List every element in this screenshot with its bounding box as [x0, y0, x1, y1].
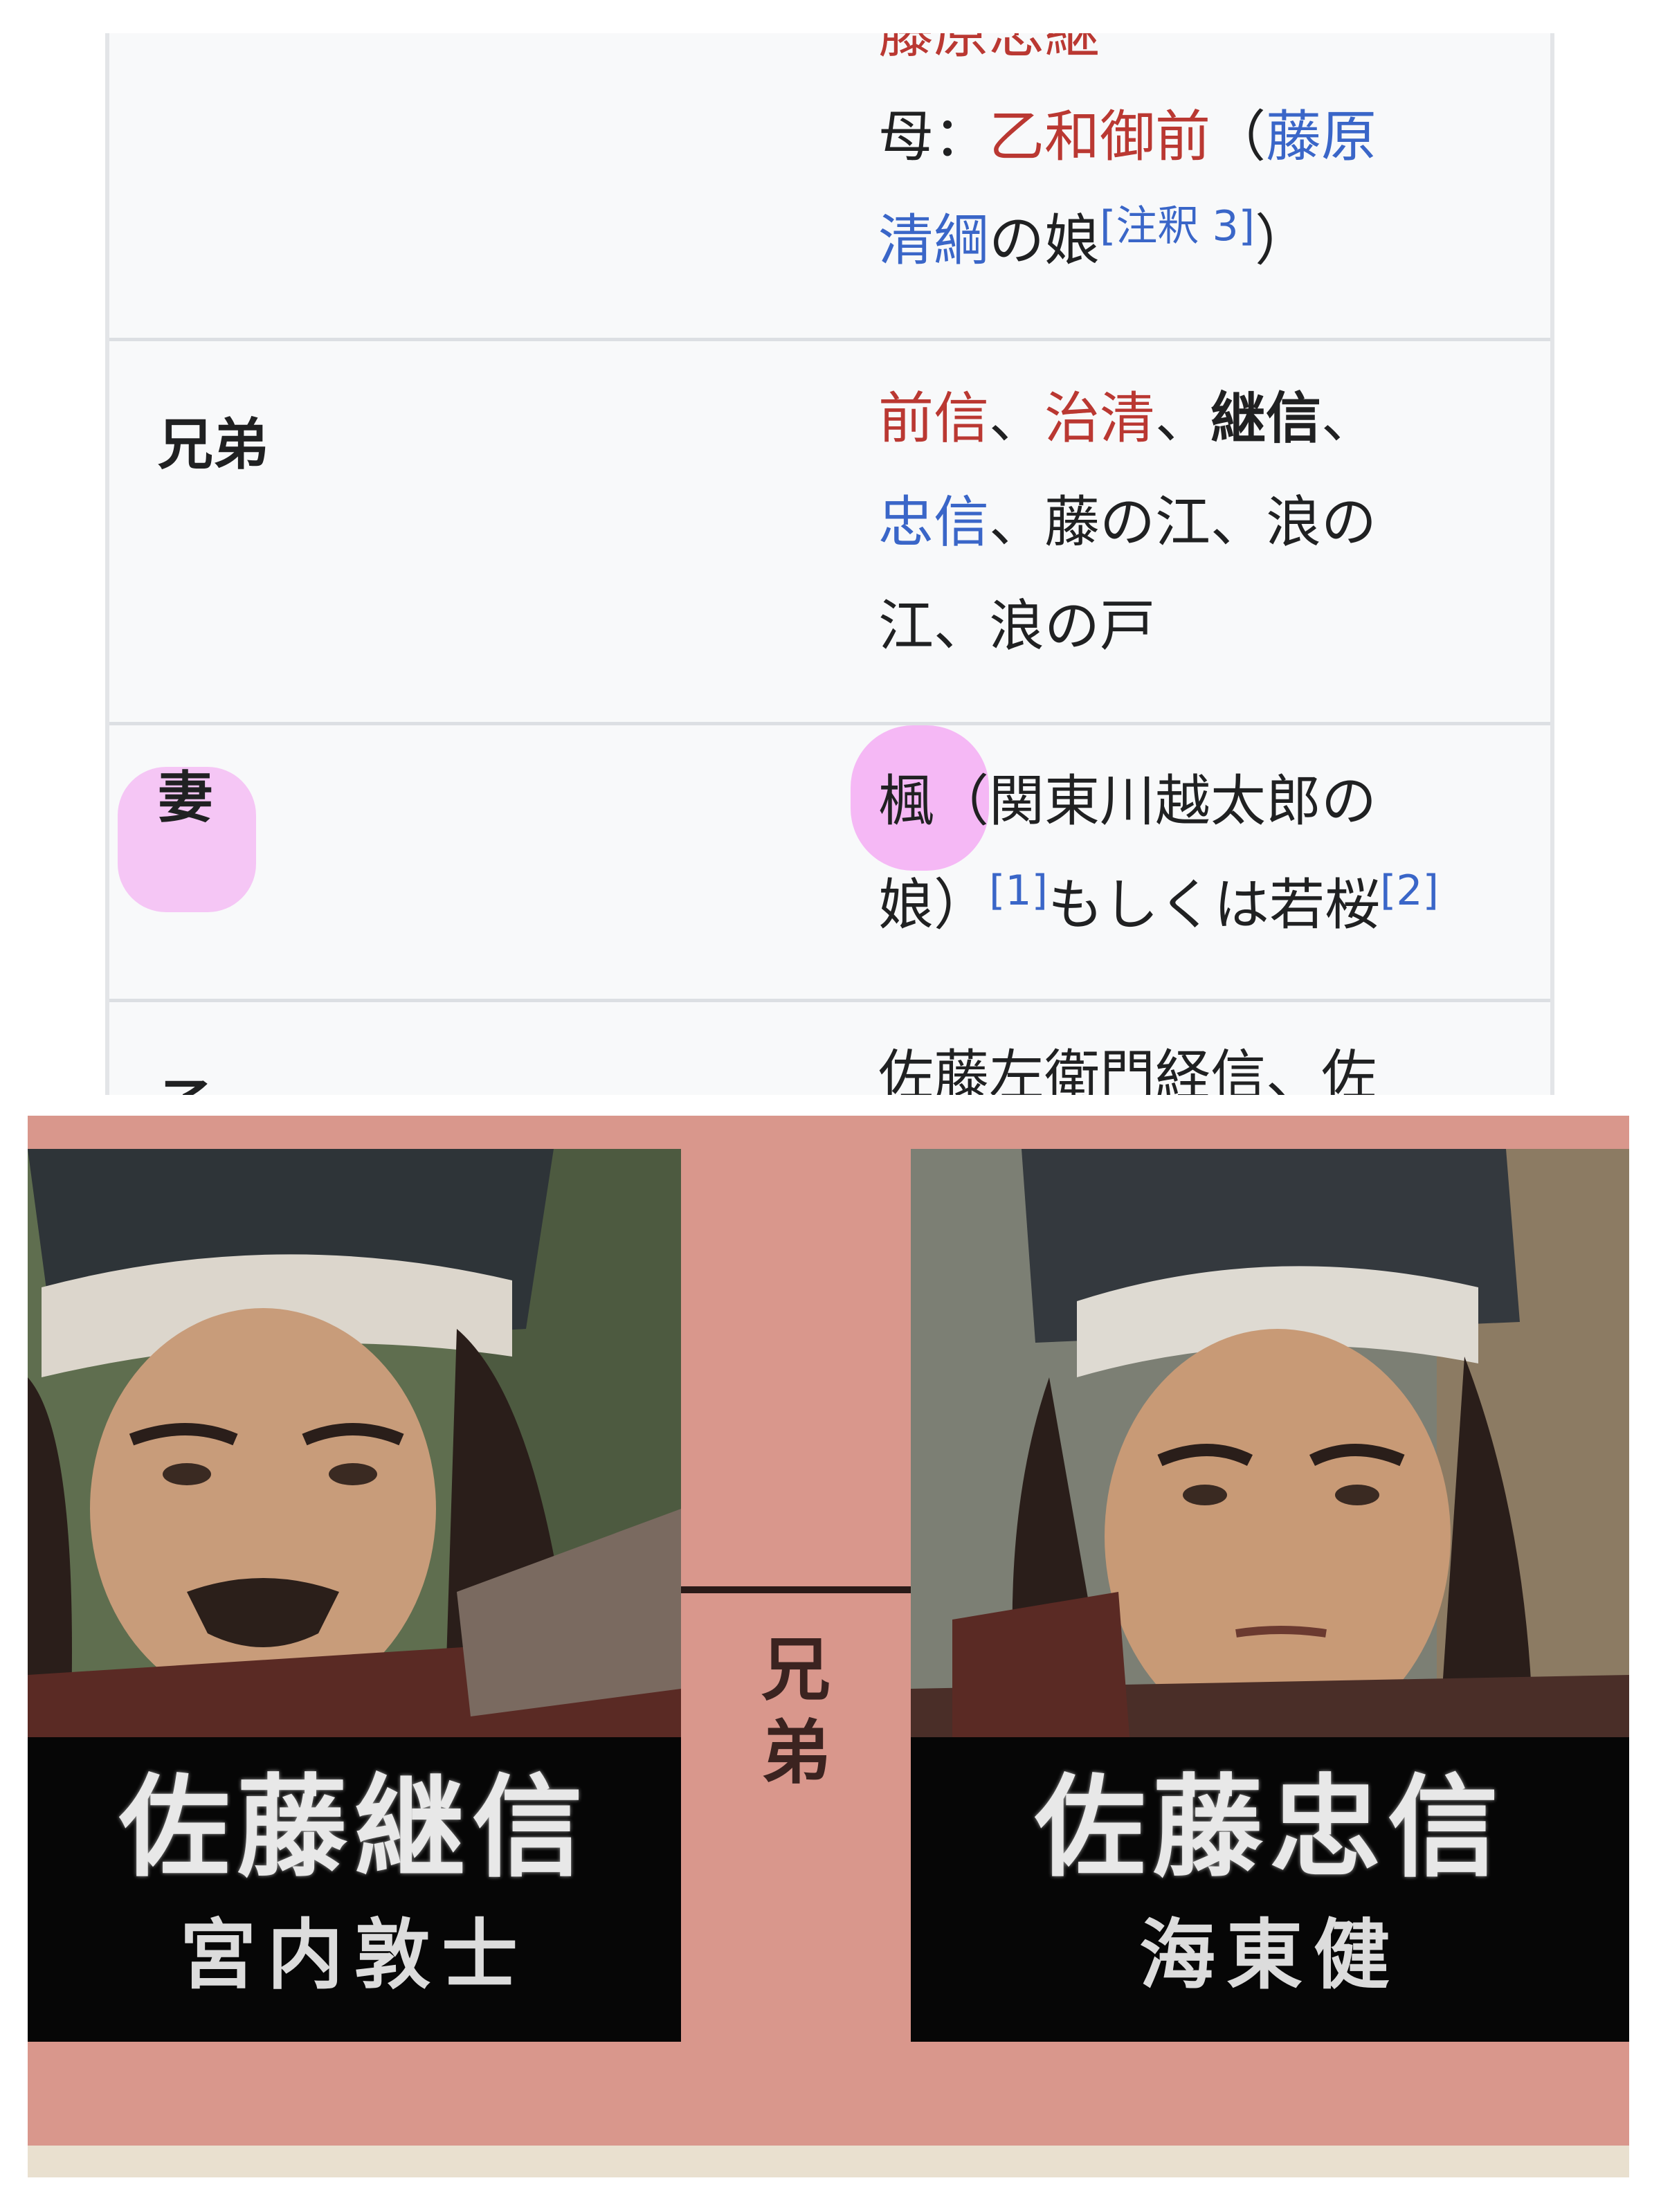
nameplate-left: 佐藤継信 宮内敦士 [28, 1737, 681, 2042]
siblings-label: 兄弟 [158, 413, 269, 477]
actor-name-left: 宮内敦士 [180, 1910, 529, 2000]
wife-line-2: 娘）[1]もしくは若桜[2] [878, 853, 1543, 957]
comma: 、 [1321, 386, 1377, 451]
link-harukiyo[interactable]: 治清 [1044, 386, 1155, 451]
siblings-text: 江、浪の戸 [878, 594, 1155, 658]
cast-card: 佐藤継信 宮内敦士 兄弟 佐藤忠信 海東健 [28, 1116, 1629, 2177]
actor-photo-right [911, 1149, 1629, 1772]
parents-value: 藤原忠継 母：乙和御前（藤原 清綱の娘[注釈 3]） [878, 33, 1543, 293]
siblings-text: 、藤の江、浪の [989, 490, 1377, 554]
footnote-note-3[interactable]: [注釈 3] [1100, 202, 1255, 251]
wife-value: 楓（関東川越太郎の 娘）[1]もしくは若桜[2] [878, 750, 1543, 957]
wife-label: 妻 [158, 765, 213, 830]
siblings-relation-label: 兄弟 [761, 1629, 831, 1793]
portrait-tsuginobu: 佐藤継信 宮内敦士 [28, 1149, 681, 2042]
children-label: 子 [158, 1078, 213, 1096]
siblings-value: 前信、治清、継信、 忠信、藤の江、浪の 江、浪の戸 [878, 367, 1543, 678]
nameplate-right: 佐藤忠信 海東健 [911, 1737, 1629, 2042]
link-fujiwara-tadatsugu[interactable]: 藤原忠継 [878, 33, 1100, 65]
parents-line-0: 藤原忠継 [878, 33, 1543, 85]
children-line-1: 佐藤左衛門経信、佐 [878, 1044, 1377, 1095]
wife-origin-text: （関東川越太郎の [934, 769, 1377, 833]
link-fujiwara[interactable]: 藤原 [1266, 105, 1377, 169]
kaede-text: 楓 [878, 769, 934, 833]
tsuginobu-bold: 継信 [1210, 386, 1321, 451]
wife-alt-text: もしくは若桜 [1048, 873, 1380, 937]
children-value: 佐藤左衛門経信、佐 [878, 1024, 1543, 1095]
character-name-right: 佐藤忠信 [1034, 1762, 1505, 1892]
link-kiyotsuna[interactable]: 清綱 [878, 208, 989, 273]
footnote-2[interactable]: [2] [1380, 867, 1439, 915]
infobox-row-parents: 藤原忠継 母：乙和御前（藤原 清綱の娘[注釈 3]） [109, 33, 1550, 338]
portrait-tadanobu: 佐藤忠信 海東健 [911, 1149, 1629, 2042]
comma: 、 [1155, 386, 1210, 451]
mother-line-1: 母：乙和御前（藤原 [878, 85, 1543, 189]
link-sakinobu[interactable]: 前信 [878, 386, 989, 451]
infobox-panel: 藤原忠継 母：乙和御前（藤原 清綱の娘[注釈 3]） 兄弟 前信、治清、継信、 … [105, 33, 1554, 1095]
comma: 、 [989, 386, 1044, 451]
mother-line-2: 清綱の娘[注釈 3]） [878, 189, 1543, 293]
siblings-line-1: 前信、治清、継信、 [878, 367, 1543, 471]
link-tadanobu[interactable]: 忠信 [878, 490, 989, 554]
wife-daughter-text: 娘） [878, 873, 989, 937]
wife-line-1: 楓（関東川越太郎の [878, 750, 1543, 853]
infobox-row-children: 子 佐藤左衛門経信、佐 [109, 1002, 1550, 1095]
mother-prefix: 母： [878, 105, 989, 169]
siblings-line-2: 忠信、藤の江、浪の [878, 471, 1543, 574]
paren-open: （ [1210, 105, 1266, 169]
link-otowa-gozen[interactable]: 乙和御前 [989, 105, 1210, 169]
character-name-left: 佐藤継信 [118, 1762, 590, 1892]
siblings-line-3: 江、浪の戸 [878, 574, 1543, 678]
actor-name-right: 海東健 [1139, 1910, 1401, 2000]
infobox-row-siblings: 兄弟 前信、治清、継信、 忠信、藤の江、浪の 江、浪の戸 [109, 341, 1550, 722]
infobox-row-wife: 妻 楓（関東川越太郎の 娘）[1]もしくは若桜[2] [109, 725, 1550, 999]
actor-photo-left [28, 1149, 681, 1772]
sibling-connector-line [681, 1586, 911, 1593]
footnote-1[interactable]: [1] [989, 867, 1048, 915]
card-bottom-strip [28, 2146, 1629, 2177]
paren-close: ） [1255, 208, 1311, 273]
mother-daughter-text: の娘 [989, 208, 1100, 273]
